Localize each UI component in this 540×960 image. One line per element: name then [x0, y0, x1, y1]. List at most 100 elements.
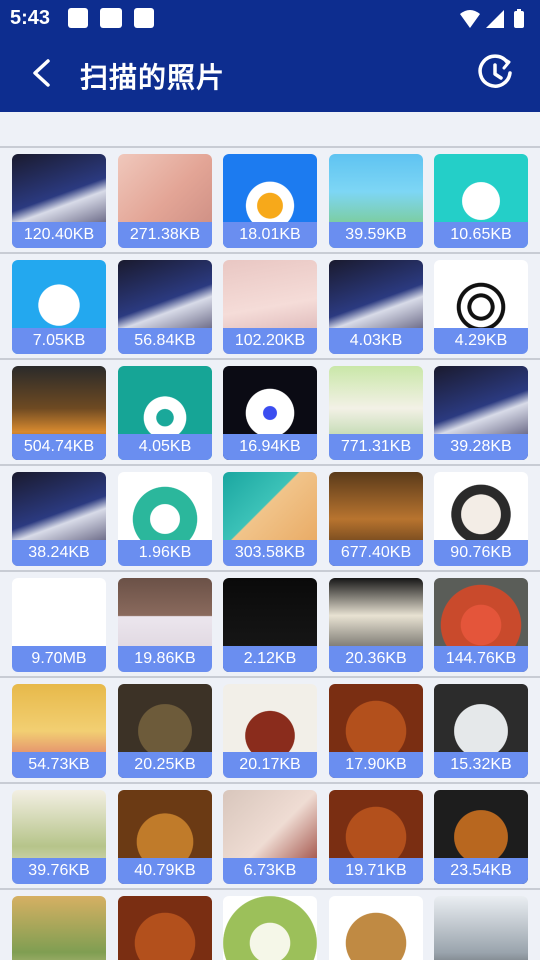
- photo-row: 120.40KB 271.38KB 18.01KB 39.59KB 10.65KB: [0, 146, 540, 252]
- photo-size-label: 90.76KB: [434, 540, 528, 566]
- chevron-left-icon: [33, 59, 50, 87]
- photo-item[interactable]: 40.79KB: [118, 790, 212, 884]
- photo-item[interactable]: 9.70MB: [12, 578, 106, 672]
- photo-size-label: 39.28KB: [434, 434, 528, 460]
- photo-size-label: 17.90KB: [329, 752, 423, 778]
- status-bar: 5:43: [0, 0, 540, 36]
- photo-size-label: 1.96KB: [118, 540, 212, 566]
- photo-size-label: 20.17KB: [223, 752, 317, 778]
- photo-size-label: 20.25KB: [118, 752, 212, 778]
- photo-item[interactable]: 2.12KB: [223, 578, 317, 672]
- photo-item[interactable]: [223, 896, 317, 960]
- photo-item[interactable]: 20.17KB: [223, 684, 317, 778]
- photo-item[interactable]: 16.94KB: [223, 366, 317, 460]
- status-time: 5:43: [10, 7, 51, 29]
- photo-item[interactable]: 20.25KB: [118, 684, 212, 778]
- photo-size-label: 23.54KB: [434, 858, 528, 884]
- photo-item[interactable]: 56.84KB: [118, 260, 212, 354]
- photo-size-label: 19.71KB: [329, 858, 423, 884]
- photo-item[interactable]: [118, 896, 212, 960]
- photo-size-label: 271.38KB: [118, 222, 212, 248]
- page-title: 扫描的照片: [80, 62, 226, 93]
- photo-size-label: 39.76KB: [12, 858, 106, 884]
- photo-size-label: 504.74KB: [12, 434, 106, 460]
- photo-item[interactable]: 19.71KB: [329, 790, 423, 884]
- photo-size-label: 18.01KB: [223, 222, 317, 248]
- status-right-icons: [460, 9, 524, 28]
- photo-item[interactable]: 18.01KB: [223, 154, 317, 248]
- signal-icon: [486, 10, 504, 28]
- photo-item[interactable]: 4.29KB: [434, 260, 528, 354]
- photo-item[interactable]: [329, 896, 423, 960]
- photo-row: 38.24KB 1.96KB 303.58KB 677.40KB 90.76KB: [0, 464, 540, 570]
- photo-row: 9.70MB 19.86KB 2.12KB 20.36KB 144.76KB: [0, 570, 540, 676]
- photo-size-label: 7.05KB: [12, 328, 106, 354]
- notification-icon: [134, 8, 154, 28]
- photo-item[interactable]: 19.86KB: [118, 578, 212, 672]
- photo-item[interactable]: 7.05KB: [12, 260, 106, 354]
- photo-item[interactable]: 271.38KB: [118, 154, 212, 248]
- photo-thumbnail: [12, 896, 106, 960]
- history-icon[interactable]: [476, 54, 514, 92]
- photo-size-label: 39.59KB: [329, 222, 423, 248]
- photo-size-label: 303.58KB: [223, 540, 317, 566]
- photo-item[interactable]: 54.73KB: [12, 684, 106, 778]
- photo-item[interactable]: 39.28KB: [434, 366, 528, 460]
- photo-row: 39.76KB 40.79KB 6.73KB 19.71KB 23.54KB: [0, 782, 540, 888]
- photo-item[interactable]: 1.96KB: [118, 472, 212, 566]
- photo-size-label: 19.86KB: [118, 646, 212, 672]
- photo-thumbnail: [329, 896, 423, 960]
- photo-row: [0, 888, 540, 960]
- photo-size-label: 102.20KB: [223, 328, 317, 354]
- photo-size-label: 9.70MB: [12, 646, 106, 672]
- photo-item[interactable]: 15.32KB: [434, 684, 528, 778]
- photo-item[interactable]: 144.76KB: [434, 578, 528, 672]
- photo-thumbnail: [118, 896, 212, 960]
- photo-item[interactable]: 4.03KB: [329, 260, 423, 354]
- photo-size-label: 144.76KB: [434, 646, 528, 672]
- photo-size-label: 16.94KB: [223, 434, 317, 460]
- photo-size-label: 56.84KB: [118, 328, 212, 354]
- wifi-icon: [460, 10, 480, 28]
- photo-item[interactable]: 102.20KB: [223, 260, 317, 354]
- photo-item[interactable]: 771.31KB: [329, 366, 423, 460]
- photo-size-label: 40.79KB: [118, 858, 212, 884]
- photo-size-label: 20.36KB: [329, 646, 423, 672]
- photo-row: 7.05KB 56.84KB 102.20KB 4.03KB 4.29KB: [0, 252, 540, 358]
- photo-size-label: 54.73KB: [12, 752, 106, 778]
- photo-item[interactable]: 303.58KB: [223, 472, 317, 566]
- clipboard-icon: [100, 8, 122, 28]
- photo-item[interactable]: 17.90KB: [329, 684, 423, 778]
- photo-size-label: 6.73KB: [223, 858, 317, 884]
- photo-item[interactable]: 504.74KB: [12, 366, 106, 460]
- photo-item[interactable]: [434, 896, 528, 960]
- photo-size-label: 677.40KB: [329, 540, 423, 566]
- photo-item[interactable]: 4.05KB: [118, 366, 212, 460]
- photo-thumbnail: [434, 896, 528, 960]
- photo-item[interactable]: 23.54KB: [434, 790, 528, 884]
- photo-item[interactable]: 20.36KB: [329, 578, 423, 672]
- photo-item[interactable]: 90.76KB: [434, 472, 528, 566]
- photo-size-label: 2.12KB: [223, 646, 317, 672]
- photo-size-label: 15.32KB: [434, 752, 528, 778]
- photo-item[interactable]: 38.24KB: [12, 472, 106, 566]
- photo-size-label: 38.24KB: [12, 540, 106, 566]
- photo-size-label: 120.40KB: [12, 222, 106, 248]
- photo-item[interactable]: 677.40KB: [329, 472, 423, 566]
- photo-size-label: 10.65KB: [434, 222, 528, 248]
- photo-item[interactable]: 10.65KB: [434, 154, 528, 248]
- battery-icon: [514, 11, 524, 28]
- photo-row: 504.74KB 4.05KB 16.94KB 771.31KB 39.28KB: [0, 358, 540, 464]
- photo-size-label: 4.05KB: [118, 434, 212, 460]
- photo-grid: 120.40KB 271.38KB 18.01KB 39.59KB 10.65KB 7.0…: [0, 146, 540, 960]
- photo-size-label: 4.03KB: [329, 328, 423, 354]
- back-button[interactable]: [24, 56, 58, 90]
- photo-item[interactable]: 39.76KB: [12, 790, 106, 884]
- photo-item[interactable]: 39.59KB: [329, 154, 423, 248]
- photo-thumbnail: [223, 896, 317, 960]
- photo-item[interactable]: [12, 896, 106, 960]
- photo-item[interactable]: 120.40KB: [12, 154, 106, 248]
- app-bar: 扫描的照片: [0, 36, 540, 112]
- photo-item[interactable]: 6.73KB: [223, 790, 317, 884]
- notification-icon: [68, 8, 88, 28]
